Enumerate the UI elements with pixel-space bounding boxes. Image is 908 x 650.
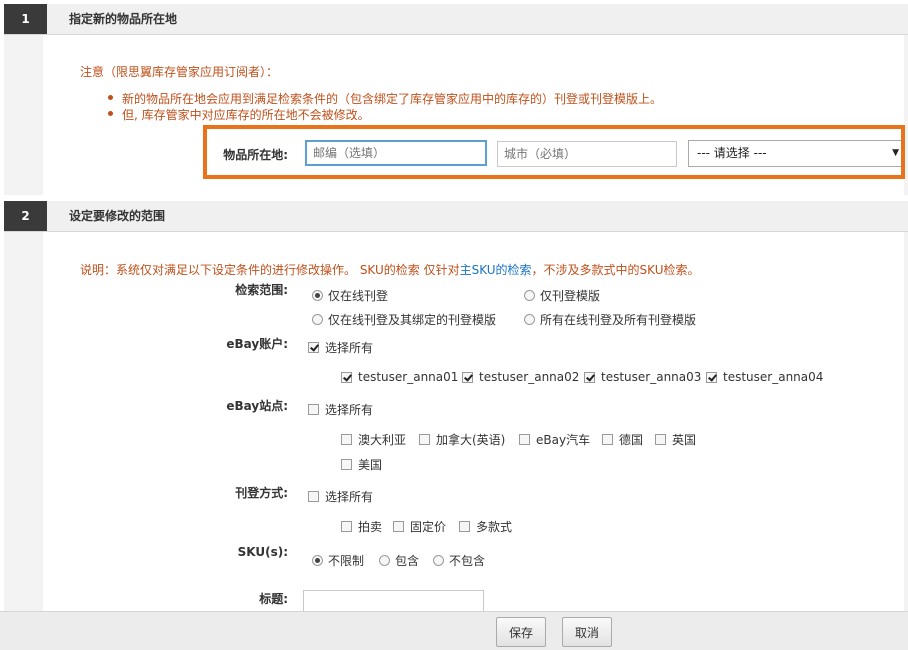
note-bullet-1: 新的物品所在地会应用到满足检索条件的（包含绑定了库存管家应用中的库存的）刊登或刊…	[122, 92, 663, 106]
radio-icon	[312, 555, 323, 566]
site-usa[interactable]: 美国	[341, 456, 382, 473]
checkbox-icon	[602, 434, 613, 445]
section-1-number: 1	[4, 4, 47, 34]
option-label: 澳大利亚	[358, 433, 407, 447]
option-label: 英国	[672, 433, 697, 447]
bullet-dot	[108, 95, 113, 100]
section-1-title: 指定新的物品所在地	[69, 12, 178, 26]
section-2-gutter	[4, 232, 43, 611]
checkbox-icon	[462, 371, 473, 383]
option-label: 固定价	[410, 520, 447, 534]
listing-type-auction[interactable]: 拍卖	[341, 518, 382, 535]
accounts-label: eBay账户:	[226, 337, 288, 351]
site-canada-english[interactable]: 加拿大(英语)	[419, 431, 505, 448]
site-uk[interactable]: 英国	[655, 431, 696, 448]
scope-all-online-and-templates[interactable]: 所有在线刊登及所有刊登模版	[524, 311, 696, 328]
desc-suffix: ，不涉及多款式中的SKU检索。	[531, 263, 700, 277]
sites-select-all[interactable]: 选择所有	[308, 401, 373, 418]
checkbox-icon	[584, 371, 595, 383]
scope-online-only[interactable]: 仅在线刊登	[312, 287, 388, 304]
site-germany[interactable]: 德国	[602, 431, 643, 448]
title-label: 标题:	[259, 592, 288, 606]
account-testuser-anna04[interactable]: testuser_anna04	[706, 370, 823, 384]
save-button[interactable]: 保存	[496, 617, 546, 647]
option-label: testuser_anna02	[479, 370, 580, 384]
option-label: 包含	[395, 554, 420, 568]
checkbox-icon	[341, 459, 352, 470]
accounts-select-all[interactable]: 选择所有	[308, 339, 373, 356]
checkbox-icon	[308, 342, 319, 353]
radio-icon	[524, 314, 535, 325]
section-2-right-edge	[904, 232, 908, 611]
location-highlight-box	[203, 125, 905, 179]
radio-icon	[312, 290, 323, 301]
option-label: 仅刊登模版	[540, 289, 601, 303]
option-label: 德国	[619, 433, 644, 447]
checkbox-icon	[341, 521, 352, 532]
option-label: 选择所有	[325, 403, 374, 417]
scope-description: 说明：系统仅对满足以下设定条件的进行修改操作。 SKU的检索 仅针对主SKU的检…	[80, 261, 700, 278]
account-testuser-anna03[interactable]: testuser_anna03	[584, 370, 701, 384]
checkbox-icon	[519, 434, 530, 445]
account-testuser-anna01[interactable]: testuser_anna01	[341, 370, 458, 384]
option-label: 仅在线刊登及其绑定的刊登模版	[328, 313, 497, 327]
desc-prefix: 说明：系统仅对满足以下设定条件的进行修改操作。 SKU的检索 仅针对	[80, 263, 460, 277]
checkbox-icon	[393, 521, 404, 532]
radio-icon	[524, 290, 535, 301]
option-label: 不限制	[328, 554, 365, 568]
section-2-title: 设定要修改的范围	[69, 209, 166, 223]
site-australia[interactable]: 澳大利亚	[341, 431, 406, 448]
checkbox-icon	[706, 371, 717, 383]
option-label: testuser_anna01	[358, 370, 459, 384]
sku-label: SKU(s):	[237, 545, 288, 559]
footer-bar	[0, 611, 908, 650]
cancel-button[interactable]: 取消	[562, 617, 612, 647]
radio-icon	[379, 555, 390, 566]
option-label: 多款式	[476, 520, 513, 534]
option-label: 所有在线刊登及所有刊登模版	[540, 313, 697, 327]
checkbox-icon	[655, 434, 666, 445]
option-label: eBay汽车	[536, 433, 591, 447]
radio-icon	[433, 555, 444, 566]
listing-type-fixed-price[interactable]: 固定价	[393, 518, 446, 535]
section-1-gutter	[4, 35, 43, 195]
option-label: testuser_anna04	[723, 370, 824, 384]
section-2-number: 2	[4, 201, 47, 231]
checkbox-icon	[459, 521, 470, 532]
checkbox-icon	[308, 491, 319, 502]
sku-include[interactable]: 包含	[379, 552, 419, 569]
option-label: 加拿大(英语)	[436, 433, 506, 447]
option-label: testuser_anna03	[601, 370, 702, 384]
main-sku-search-link[interactable]: 主SKU的检索	[460, 263, 532, 277]
listing-type-select-all[interactable]: 选择所有	[308, 488, 373, 505]
sites-label: eBay站点:	[226, 399, 288, 413]
option-label: 美国	[358, 458, 383, 472]
scope-label: 检索范围:	[235, 283, 288, 297]
note-title: 注意（限思翼库存管家应用订阅者）：	[80, 65, 279, 79]
option-label: 选择所有	[325, 490, 374, 504]
sku-exclude[interactable]: 不包含	[433, 552, 485, 569]
option-label: 不包含	[449, 554, 486, 568]
bullet-dot	[108, 111, 113, 116]
note-bullet-2: 但, 库存管家中对应库存的所在地不会被修改。	[122, 108, 370, 122]
scope-template-only[interactable]: 仅刊登模版	[524, 287, 600, 304]
checkbox-icon	[308, 404, 319, 415]
site-ebay-motors[interactable]: eBay汽车	[519, 431, 590, 448]
section-1-header: 1 指定新的物品所在地	[4, 4, 908, 35]
title-input[interactable]	[303, 590, 484, 612]
scope-online-and-bound-templates[interactable]: 仅在线刊登及其绑定的刊登模版	[312, 311, 496, 328]
checkbox-icon	[341, 371, 352, 383]
sku-unlimited[interactable]: 不限制	[312, 552, 364, 569]
radio-icon	[312, 314, 323, 325]
checkbox-icon	[419, 434, 430, 445]
option-label: 仅在线刊登	[328, 289, 389, 303]
account-testuser-anna02[interactable]: testuser_anna02	[462, 370, 579, 384]
section-2-header: 2 设定要修改的范围	[4, 201, 908, 232]
option-label: 拍卖	[358, 520, 383, 534]
option-label: 选择所有	[325, 341, 374, 355]
checkbox-icon	[341, 434, 352, 445]
listing-type-label: 刊登方式:	[235, 486, 288, 500]
listing-type-multi-variation[interactable]: 多款式	[459, 518, 512, 535]
